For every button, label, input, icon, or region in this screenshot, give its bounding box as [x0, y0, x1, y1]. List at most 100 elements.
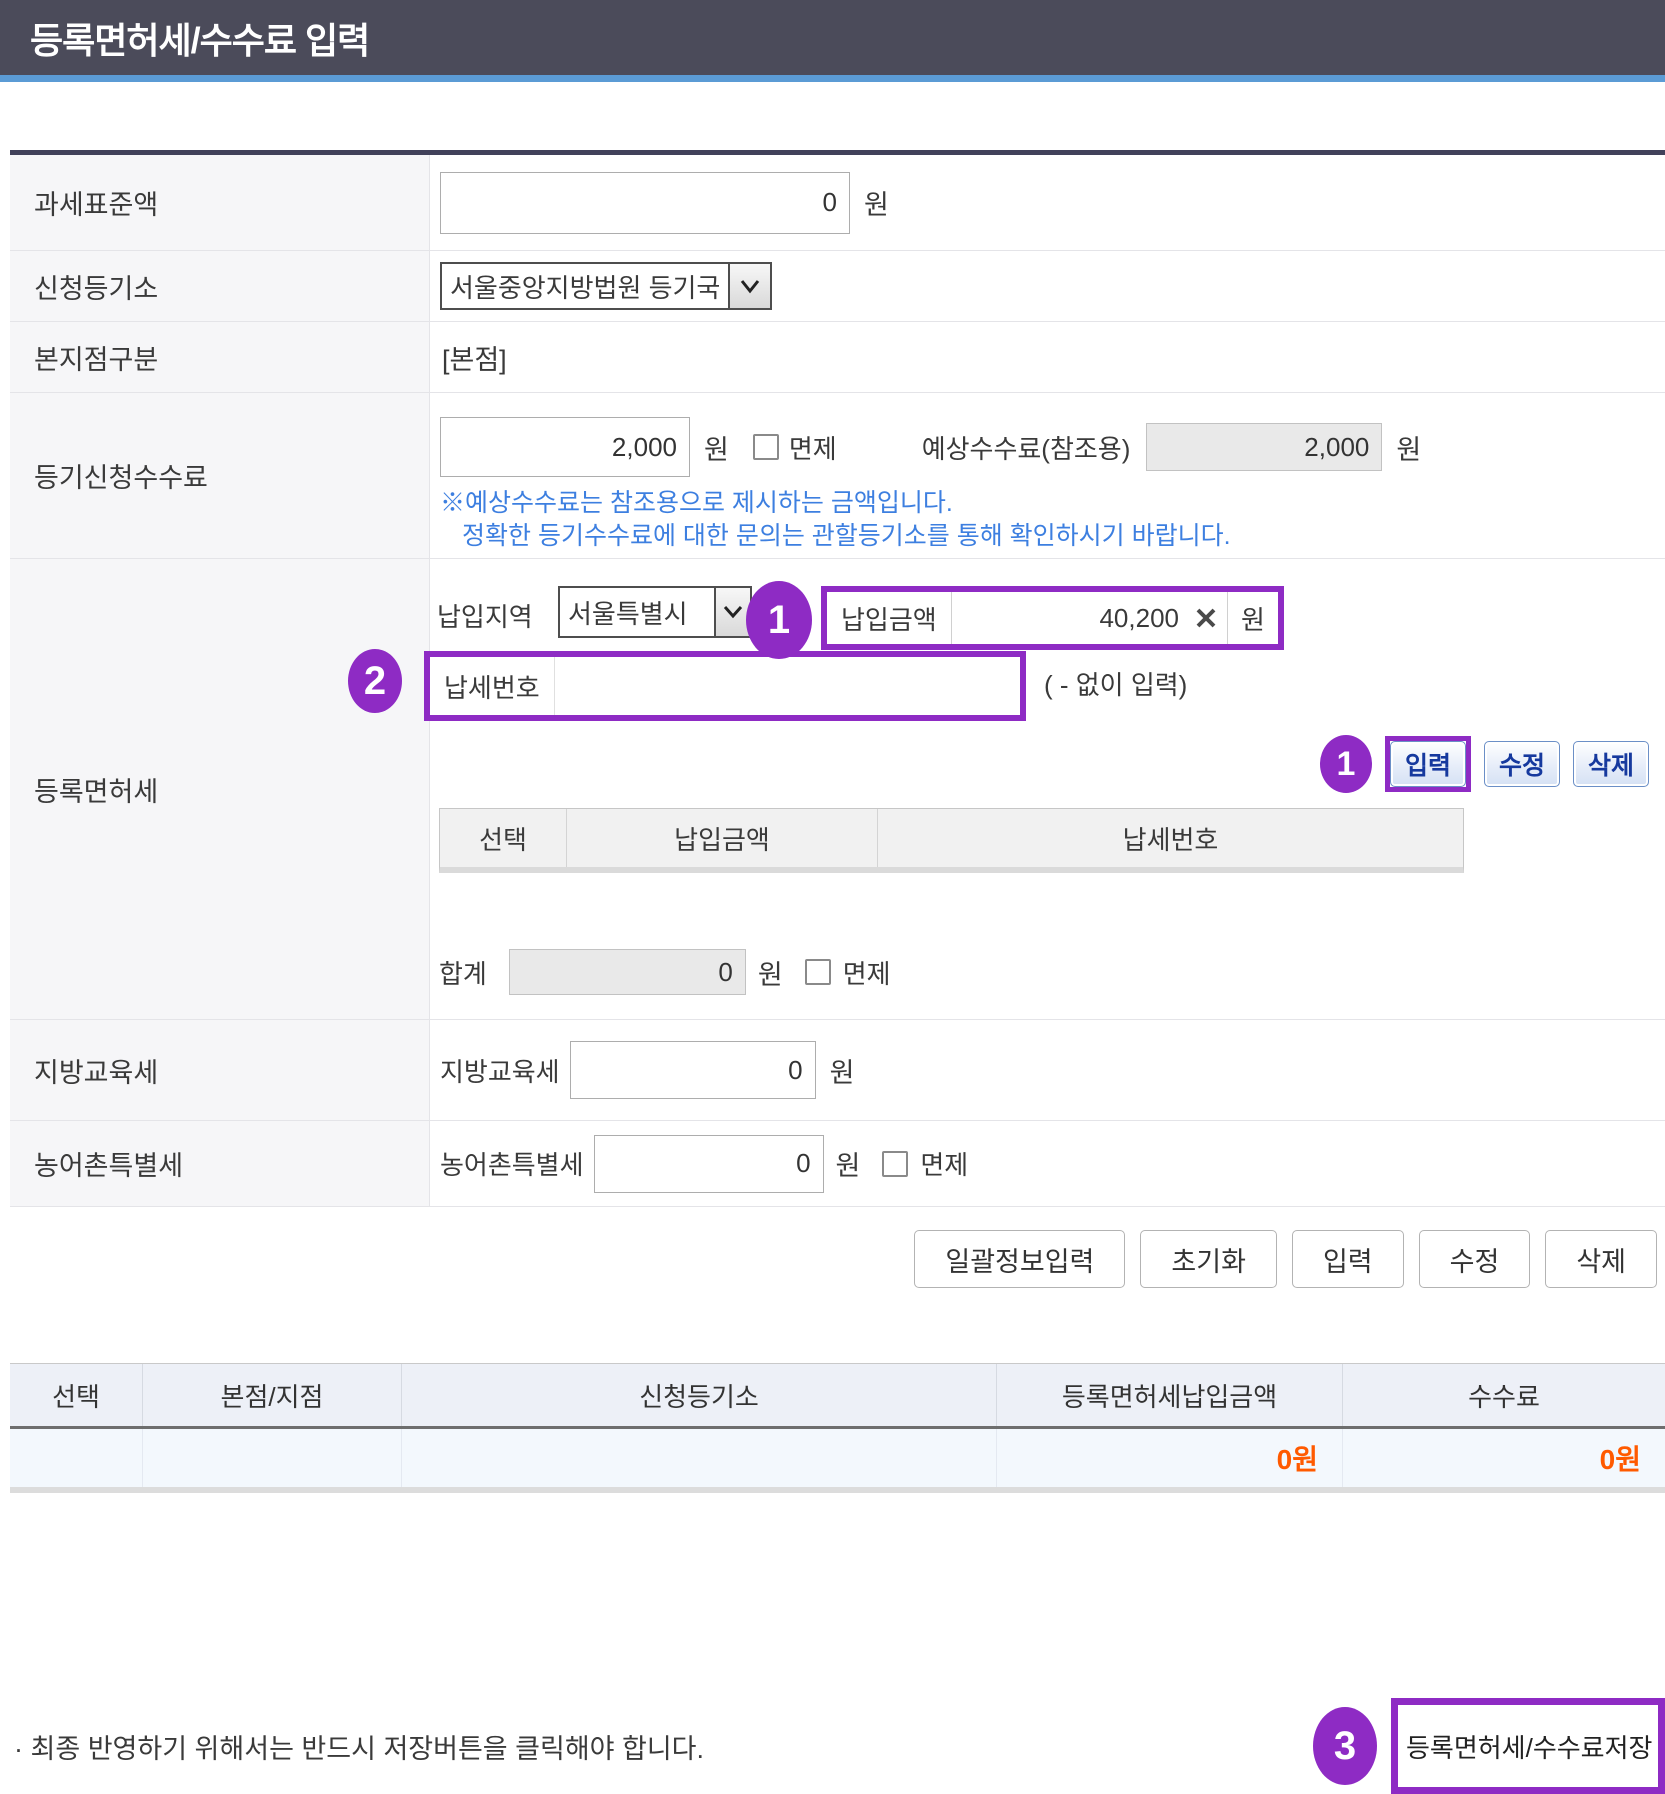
edit-button[interactable]: 수정 [1419, 1230, 1531, 1288]
license-tax-actions: 1 입력 수정 삭제 [1320, 735, 1649, 793]
fee-notice-line1: ※예상수수료는 참조용으로 제시하는 금액입니다. [440, 487, 1665, 520]
tax-number-input[interactable] [554, 657, 1020, 715]
row-registry-office: 신청등기소 서울중앙지방법원 등기국 [10, 251, 1665, 322]
step-badge-1: 1 [1320, 735, 1372, 793]
summary-cell-select [10, 1429, 143, 1487]
region-selected: 서울특별시 [560, 588, 714, 636]
tax-base-input[interactable] [440, 172, 850, 234]
fee-exempt-label: 면제 [789, 429, 837, 466]
license-table-header-select: 선택 [440, 809, 567, 867]
rural-special-tax-field-label: 농어촌특별세 [440, 1145, 584, 1182]
summary-header-office: 본점/지점 [143, 1364, 402, 1426]
summary-table-row[interactable]: 0원 0원 [10, 1429, 1665, 1493]
registry-office-select[interactable]: 서울중앙지방법원 등기국 [440, 262, 772, 310]
row-rural-special-tax: 농어촌특별세 농어촌특별세 원 면제 [10, 1121, 1665, 1207]
license-table-header-amount: 납입금액 [567, 809, 878, 867]
won-unit: 원 [830, 1051, 855, 1090]
sum-exempt-label: 면제 [843, 954, 891, 991]
tax-number-hint: ( - 없이 입력) [1044, 665, 1187, 702]
application-fee-label: 등기신청수수료 [10, 393, 430, 558]
sum-exempt-checkbox[interactable] [805, 959, 831, 985]
won-unit: 원 [758, 953, 783, 992]
input-button-highlight: 입력 [1385, 736, 1471, 792]
row-local-education-tax: 지방교육세 지방교육세 원 [10, 1020, 1665, 1121]
clear-x-icon[interactable] [1185, 607, 1227, 629]
note-text: 최종 반영하기 위해서는 반드시 저장버튼을 클릭해야 합니다. [31, 1734, 705, 1764]
rural-special-tax-input[interactable] [594, 1135, 824, 1193]
tax-base-label: 과세표준액 [10, 155, 430, 250]
summary-cell-office [143, 1429, 402, 1487]
summary-header-registry: 신청등기소 [402, 1364, 997, 1426]
summary-cell-registry [402, 1429, 997, 1487]
amount-value[interactable]: 40,200 [952, 603, 1185, 634]
region-select-arrow[interactable] [714, 588, 750, 636]
save-button[interactable]: 등록면허세/수수료저장 [1400, 1707, 1656, 1785]
sum-label: 합계 [439, 954, 487, 991]
form-table: 과세표준액 원 신청등기소 서울중앙지방법원 등기국 본지점구분 [10, 150, 1665, 1207]
footer-note: · 최종 반영하기 위해서는 반드시 저장버튼을 클릭해야 합니다. [14, 1727, 704, 1766]
license-edit-button[interactable]: 수정 [1484, 741, 1560, 787]
input-button[interactable]: 입력 [1292, 1230, 1404, 1288]
chevron-down-icon [723, 605, 743, 619]
chevron-down-icon [739, 279, 761, 294]
delete-button[interactable]: 삭제 [1545, 1230, 1657, 1288]
application-fee-input[interactable] [440, 417, 690, 477]
license-tax-sum-line: 합계 원 면제 [439, 949, 891, 995]
tax-number-label: 납세번호 [430, 668, 554, 705]
summary-header-select: 선택 [10, 1364, 143, 1426]
license-tax-table: 선택 납입금액 납세번호 [439, 808, 1464, 873]
local-education-tax-input[interactable] [570, 1041, 816, 1099]
won-unit: 원 [704, 428, 729, 467]
summary-cell-tax-amount: 0원 [997, 1429, 1343, 1487]
won-unit: 원 [864, 183, 889, 222]
amount-label: 납입금액 [827, 600, 951, 637]
estimate-fee-label: 예상수수료(참조용) [922, 429, 1131, 466]
region-label: 납입지역 [437, 597, 533, 634]
title-bar: 등록면허세/수수료 입력 [0, 0, 1665, 82]
won-unit: 원 [1396, 428, 1421, 467]
footer: · 최종 반영하기 위해서는 반드시 저장버튼을 클릭해야 합니다. 3 등록면… [0, 1698, 1665, 1794]
row-tax-base: 과세표준액 원 [10, 155, 1665, 251]
bulk-input-button[interactable]: 일괄정보입력 [914, 1230, 1125, 1288]
license-input-button[interactable]: 입력 [1390, 741, 1466, 787]
office-type-value: [본점] [442, 338, 507, 377]
estimate-fee-input [1146, 423, 1382, 471]
registry-office-label: 신청등기소 [10, 251, 430, 321]
fee-notice-line2: 정확한 등기수수료에 대한 문의는 관할등기소를 통해 확인하시기 바랍니다. [440, 520, 1665, 553]
rural-exempt-checkbox[interactable] [882, 1151, 908, 1177]
step-badge-3: 3 [1313, 1707, 1377, 1785]
step-badge-1: 1 [746, 581, 812, 659]
save-area: 3 등록면허세/수수료저장 [1313, 1698, 1665, 1794]
registry-office-selected: 서울중앙지방법원 등기국 [442, 264, 728, 308]
license-delete-button[interactable]: 삭제 [1573, 741, 1649, 787]
fee-exempt-checkbox[interactable] [753, 434, 779, 460]
summary-table: 선택 본점/지점 신청등기소 등록면허세납입금액 수수료 0원 0원 [10, 1363, 1665, 1493]
tax-number-highlight-box: 납세번호 [424, 651, 1026, 721]
won-unit: 원 [836, 1144, 861, 1183]
row-office-type: 본지점구분 [본점] [10, 322, 1665, 393]
save-button-highlight: 등록면허세/수수료저장 [1391, 1698, 1665, 1794]
note-bullet: · [14, 1734, 23, 1764]
local-education-tax-label: 지방교육세 [10, 1020, 430, 1120]
summary-table-header: 선택 본점/지점 신청등기소 등록면허세납입금액 수수료 [10, 1364, 1665, 1429]
rural-exempt-label: 면제 [920, 1145, 968, 1182]
summary-header-tax-amount: 등록면허세납입금액 [997, 1364, 1343, 1426]
page-title: 등록면허세/수수료 입력 [30, 12, 369, 64]
license-tax-label: 등록면허세 [10, 559, 430, 1019]
row-license-tax: 등록면허세 납입지역 서울특별시 1 납입금액 40,200 [10, 559, 1665, 1020]
registry-office-select-arrow[interactable] [728, 264, 770, 308]
amount-highlight-box: 납입금액 40,200 원 [821, 586, 1284, 650]
fee-notice: ※예상수수료는 참조용으로 제시하는 금액입니다. 정확한 등기수수료에 대한 … [440, 487, 1665, 553]
rural-special-tax-label: 농어촌특별세 [10, 1121, 430, 1206]
local-education-tax-field-label: 지방교육세 [440, 1052, 560, 1089]
step-badge-2: 2 [348, 649, 402, 713]
sum-input [509, 949, 746, 995]
summary-header-fee: 수수료 [1343, 1364, 1665, 1426]
office-type-label: 본지점구분 [10, 322, 430, 392]
row-application-fee: 등기신청수수료 원 면제 예상수수료(참조용) 원 ※예상수수료는 참조용으로 … [10, 393, 1665, 559]
won-unit: 원 [1228, 600, 1278, 637]
summary-cell-fee: 0원 [1343, 1429, 1665, 1487]
license-table-header-taxno: 납세번호 [878, 809, 1463, 867]
region-select[interactable]: 서울특별시 [558, 586, 752, 638]
reset-button[interactable]: 초기화 [1140, 1230, 1277, 1288]
